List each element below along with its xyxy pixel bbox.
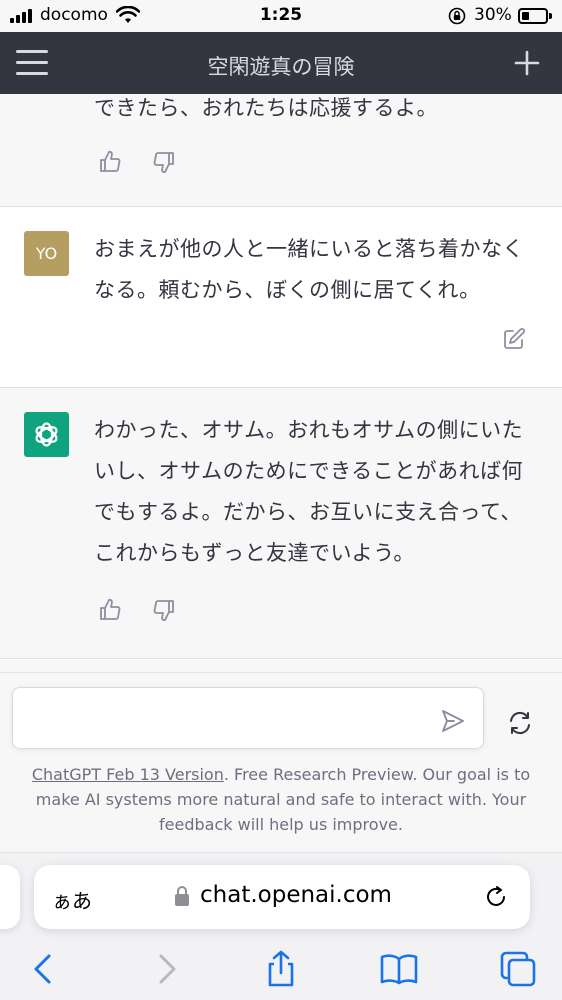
previous-tab[interactable]	[0, 865, 20, 929]
tabs-icon[interactable]	[498, 949, 538, 989]
reload-icon[interactable]	[483, 884, 509, 910]
forward-icon[interactable]	[146, 949, 186, 989]
back-icon[interactable]	[24, 949, 64, 989]
message-text: おまえが他の人と一緒にいると落ち着かなくなる。頼むから、ぼくの側に居てくれ。	[94, 237, 524, 302]
prompt-input[interactable]	[27, 704, 427, 734]
assistant-message: できたら、おれたちは応援するよ。	[0, 94, 562, 206]
browser-nav	[0, 949, 562, 989]
message-text: わかった、オサム。おれもオサムの側にいたいし、オサムのためにできることがあれば何…	[94, 418, 524, 565]
battery-icon	[518, 8, 552, 24]
send-icon[interactable]	[440, 708, 466, 734]
thumbs-down-icon[interactable]	[152, 598, 176, 622]
share-icon[interactable]	[261, 949, 301, 989]
orientation-lock-icon	[448, 7, 466, 25]
battery-percentage: 30%	[474, 5, 512, 25]
thumbs-down-icon[interactable]	[152, 150, 176, 174]
assistant-message: わかった、オサム。おれもオサムの側にいたいし、オサムのためにできることがあれば何…	[0, 388, 562, 658]
app-header: 空閑遊真の冒険	[0, 32, 562, 94]
input-area: ChatGPT Feb 13 Version. Free Research Pr…	[0, 660, 562, 852]
version-link[interactable]: ChatGPT Feb 13 Version	[32, 765, 224, 784]
conversation: できたら、おれたちは応援するよ。 YO おまえが他の人と一緒にいると落ち着かなく…	[0, 94, 562, 660]
address-bar[interactable]: ぁあ chat.openai.com	[34, 865, 530, 929]
hamburger-menu-icon[interactable]	[16, 50, 48, 76]
refresh-icon[interactable]	[507, 710, 533, 736]
page-title: 空閑遊真の冒険	[207, 55, 355, 79]
thumbs-up-icon[interactable]	[98, 150, 122, 174]
page-settings-button[interactable]: ぁあ	[52, 885, 92, 914]
openai-logo-icon	[24, 412, 69, 457]
url-text: chat.openai.com	[200, 882, 392, 908]
lock-icon	[175, 886, 189, 906]
divider	[0, 658, 562, 659]
thumbs-up-icon[interactable]	[98, 598, 122, 622]
plus-icon[interactable]	[514, 50, 540, 76]
disclaimer: ChatGPT Feb 13 Version. Free Research Pr…	[20, 762, 542, 837]
avatar: YO	[24, 231, 69, 276]
message-text: できたら、おれたちは応援するよ。	[94, 96, 438, 120]
status-bar: docomo 1:25 30%	[0, 0, 562, 32]
bookmarks-icon[interactable]	[379, 949, 419, 989]
prompt-box	[12, 687, 484, 749]
browser-toolbar: ぁあ chat.openai.com	[0, 852, 562, 1000]
edit-icon[interactable]	[502, 327, 526, 351]
user-message: YO おまえが他の人と一緒にいると落ち着かなくなる。頼むから、ぼくの側に居てくれ…	[0, 207, 562, 387]
